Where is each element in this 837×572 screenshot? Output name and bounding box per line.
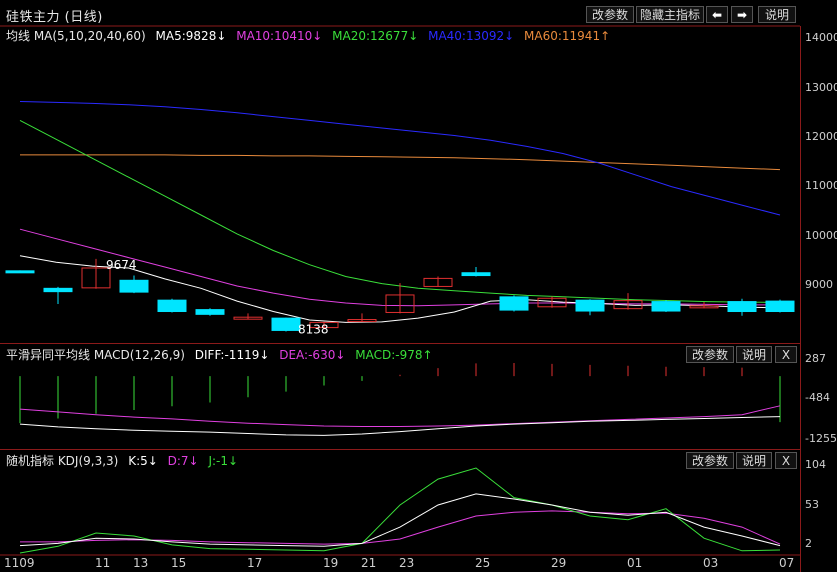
date-tick: 03 <box>703 556 719 570</box>
date-tick: 1109 <box>4 556 35 570</box>
date-tick: 13 <box>133 556 149 570</box>
high-price-label: 9674 <box>106 258 137 272</box>
kdj-j-line <box>19 467 781 554</box>
candle-body <box>727 301 757 313</box>
macd-chart <box>19 362 781 436</box>
ma20-line <box>19 119 781 303</box>
date-tick: 21 <box>361 556 377 570</box>
date-tick: 15 <box>171 556 187 570</box>
candle-body <box>157 299 187 313</box>
charts-svg: 9674 8138 <box>0 25 800 556</box>
low-price-label: 8138 <box>298 322 329 336</box>
axis-tick: 13000 <box>805 81 837 94</box>
axis-tick: 104 <box>805 458 826 471</box>
date-tick: 19 <box>323 556 339 570</box>
candle-body <box>765 300 795 313</box>
candle-body <box>5 270 35 274</box>
price-chart <box>5 101 795 332</box>
candle-body <box>499 296 529 311</box>
date-tick: 11 <box>95 556 111 570</box>
candle-body <box>271 317 301 331</box>
axis-tick: 287 <box>805 352 826 365</box>
date-tick: 01 <box>627 556 643 570</box>
axis-tick: -484 <box>805 391 830 404</box>
candle-body <box>195 309 225 315</box>
date-tick: 17 <box>247 556 263 570</box>
date-tick: 25 <box>475 556 491 570</box>
axis-tick: 9000 <box>805 278 833 291</box>
date-tick: 23 <box>399 556 415 570</box>
axis-tick: 14000 <box>805 31 837 44</box>
date-tick: 07 <box>779 556 795 570</box>
price-axis: 14000 13000 12000 11000 10000 9000 287 -… <box>800 26 837 572</box>
candle-body <box>119 279 149 293</box>
ma60-line <box>20 154 781 171</box>
axis-tick: 12000 <box>805 130 837 143</box>
axis-tick: 10000 <box>805 229 837 242</box>
ma40-line <box>19 101 781 216</box>
date-tick: 29 <box>551 556 567 570</box>
axis-tick: 2 <box>805 537 812 550</box>
candle-body <box>461 272 491 277</box>
axis-tick: 11000 <box>805 179 837 192</box>
axis-tick: 53 <box>805 498 819 511</box>
kdj-k-line <box>19 493 781 547</box>
candle-body <box>43 287 73 293</box>
candle-body <box>575 299 605 312</box>
kdj-chart <box>19 467 781 554</box>
candle-body <box>651 301 681 312</box>
axis-tick: -1255 <box>805 432 837 445</box>
